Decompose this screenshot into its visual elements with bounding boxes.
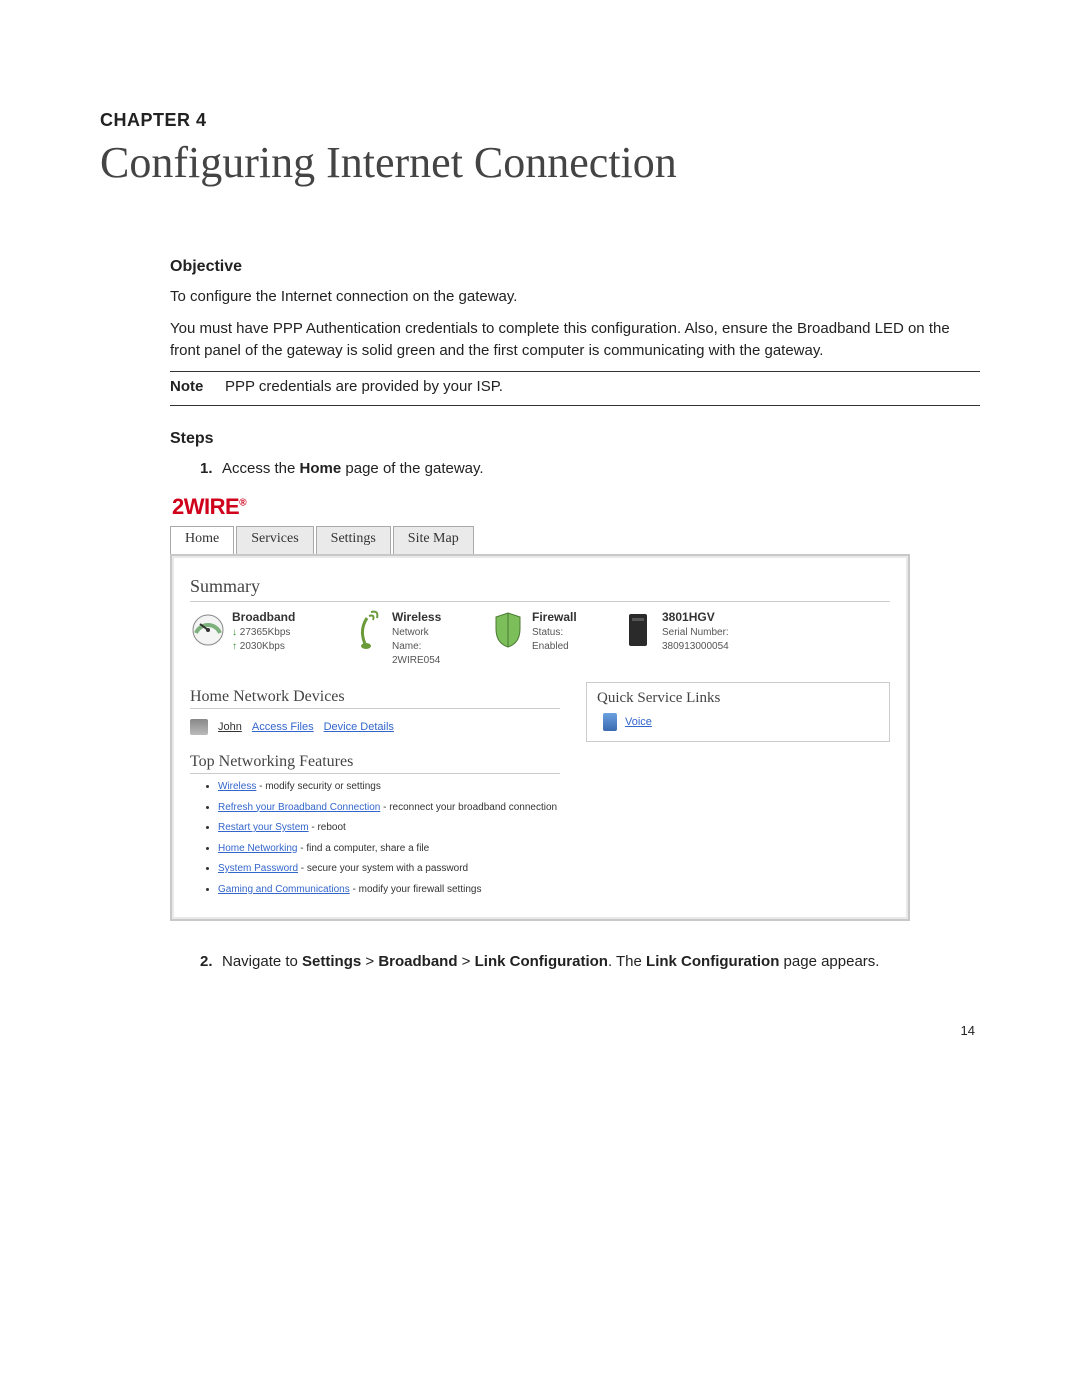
tab-home[interactable]: Home: [170, 526, 234, 554]
divider: [170, 371, 980, 372]
quick-service-links: Quick Service Links Voice: [586, 682, 890, 742]
phone-icon: [603, 713, 617, 731]
model-title: 3801HGV: [662, 610, 729, 624]
note-label: Note: [170, 378, 225, 395]
objective-text-1: To configure the Internet connection on …: [170, 286, 980, 308]
list-item: Restart your System - reboot: [218, 821, 560, 835]
gateway-screenshot: 2WIRE® Home Services Settings Site Map S…: [170, 490, 910, 921]
step-1: 1. Access the Home page of the gateway.: [200, 458, 980, 480]
gateway-tabs: Home Services Settings Site Map: [170, 526, 910, 554]
list-item: Refresh your Broadband Connection - reco…: [218, 801, 560, 815]
arrow-down-icon: ↓: [232, 627, 237, 638]
home-network-devices-title: Home Network Devices: [190, 688, 560, 709]
summary-title: Summary: [190, 576, 890, 602]
tab-settings[interactable]: Settings: [316, 526, 391, 554]
list-item: System Password - secure your system wit…: [218, 862, 560, 876]
page-number: 14: [100, 1023, 980, 1038]
gateway-logo: 2WIRE®: [170, 490, 910, 526]
step-number: 1.: [200, 458, 222, 480]
gauge-icon: [190, 610, 226, 650]
divider: [170, 405, 980, 406]
card-broadband: Broadband ↓ 27365Kbps ↑ 2030Kbps: [190, 610, 340, 668]
shield-icon: [490, 610, 526, 650]
broadband-title: Broadband: [232, 610, 295, 624]
steps-heading: Steps: [170, 430, 980, 448]
link-restart-system[interactable]: Restart your System: [218, 822, 309, 833]
link-voice[interactable]: Voice: [625, 716, 652, 728]
arrow-up-icon: ↑: [232, 641, 237, 652]
chapter-label: CHAPTER 4: [100, 110, 980, 131]
link-device-details[interactable]: Device Details: [324, 721, 394, 733]
router-icon: [620, 610, 656, 650]
objective-text-2: You must have PPP Authentication credent…: [170, 318, 980, 362]
chapter-title: Configuring Internet Connection: [100, 137, 980, 188]
note-text: PPP credentials are provided by your ISP…: [225, 378, 503, 395]
link-wireless[interactable]: Wireless: [218, 781, 256, 792]
link-system-password[interactable]: System Password: [218, 863, 298, 874]
device-row: John Access Files Device Details: [190, 715, 560, 739]
broadband-up: 2030Kbps: [240, 641, 285, 652]
wireless-title: Wireless: [392, 610, 441, 624]
feature-list: Wireless - modify security or settings R…: [218, 780, 560, 896]
objective-heading: Objective: [170, 258, 980, 276]
link-gaming-comm[interactable]: Gaming and Communications: [218, 884, 350, 895]
card-firewall: Firewall Status: Enabled: [490, 610, 610, 668]
step-text: Access the Home page of the gateway.: [222, 458, 484, 480]
broadband-down: 27365Kbps: [240, 627, 291, 638]
tab-sitemap[interactable]: Site Map: [393, 526, 474, 554]
link-home-networking[interactable]: Home Networking: [218, 843, 297, 854]
top-networking-features-title: Top Networking Features: [190, 753, 560, 774]
tab-services[interactable]: Services: [236, 526, 313, 554]
step-number: 2.: [200, 951, 222, 973]
link-refresh-broadband[interactable]: Refresh your Broadband Connection: [218, 802, 380, 813]
step-text: Navigate to Settings > Broadband > Link …: [222, 951, 879, 973]
list-item: Wireless - modify security or settings: [218, 780, 560, 794]
list-item: Gaming and Communications - modify your …: [218, 883, 560, 897]
step-2: 2. Navigate to Settings > Broadband > Li…: [200, 951, 980, 973]
wireless-icon: [350, 610, 386, 650]
note-row: Note PPP credentials are provided by you…: [170, 378, 980, 395]
device-name: John: [218, 721, 242, 733]
qsl-title: Quick Service Links: [597, 689, 879, 707]
firewall-title: Firewall: [532, 610, 577, 624]
link-access-files[interactable]: Access Files: [252, 721, 314, 733]
computer-icon: [190, 719, 208, 735]
card-model: 3801HGV Serial Number: 380913000054: [620, 610, 890, 668]
list-item: Home Networking - find a computer, share…: [218, 842, 560, 856]
card-wireless: Wireless Network Name: 2WIRE054: [350, 610, 480, 668]
